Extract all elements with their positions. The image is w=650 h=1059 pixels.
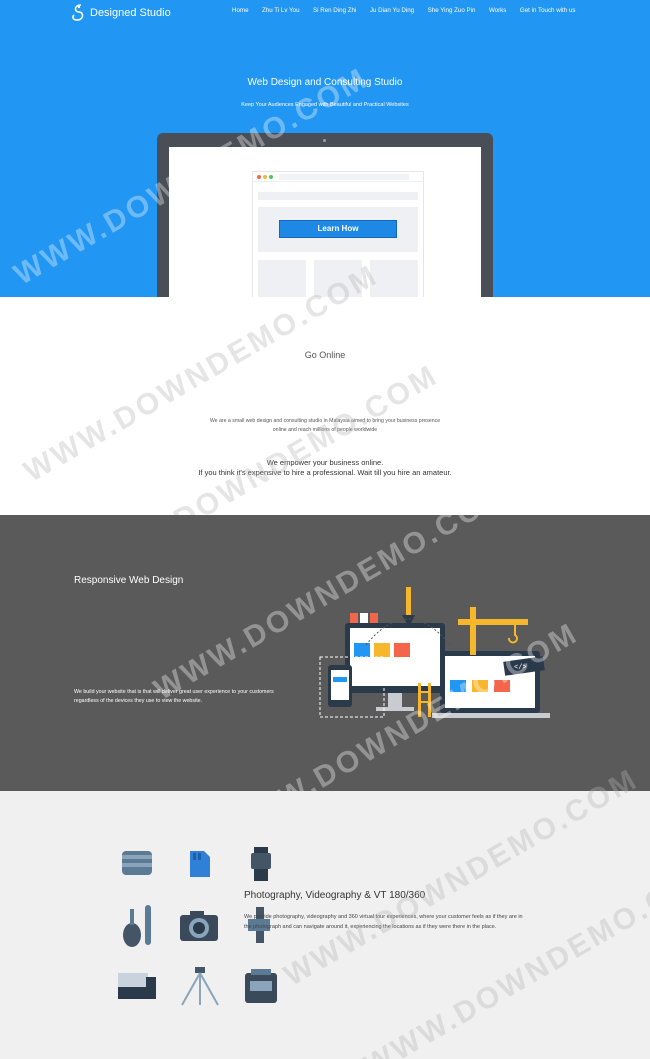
close-dot: [257, 175, 261, 179]
placeholder-tile: [370, 260, 418, 297]
maximize-dot: [269, 175, 273, 179]
address-bar: [279, 174, 409, 180]
camera-bag-icon: [245, 969, 277, 1003]
nav-she-ying-zuo-pin[interactable]: She Ying Zuo Pin: [428, 7, 476, 14]
watermark: WWW.DOWNDEMO.COM: [358, 852, 650, 1059]
battery-grip-icon: [118, 973, 156, 999]
photography-section: Photography, Videography & VT 180/360 We…: [0, 763, 650, 1059]
nav-zhu-ti-lv-you[interactable]: Zhu Ti Lv You: [262, 7, 300, 14]
go-online-text: We are a small web design and consulting…: [209, 418, 441, 433]
responsive-section: Responsive Web Design We build your webs…: [0, 477, 650, 847]
laptop-screen: Learn How: [169, 147, 481, 297]
brand-name: Designed Studio: [90, 7, 171, 19]
watermark: WWW.DOWNDEMO.COM: [278, 762, 644, 993]
hero-title: Web Design and Consulting Studio: [247, 77, 403, 88]
placeholder-block: [258, 192, 418, 200]
camera-icon: [180, 911, 218, 941]
go-online-section: Go Online We are a small web design and …: [0, 259, 650, 589]
responsive-text: We build your website that is that will …: [74, 689, 274, 704]
go-online-title: Go Online: [304, 350, 346, 360]
nav-works[interactable]: Works: [489, 7, 506, 14]
nav-ju-dian-yu-ding[interactable]: Ju Dian Yu Ding: [370, 7, 414, 14]
hero-subtitle: Keep Your Audiences Engaged with Beautif…: [241, 102, 409, 108]
lens-icon: [122, 851, 152, 875]
empower-text: We empower your business online. If you …: [0, 458, 650, 478]
laptop-illustration: Learn How: [157, 133, 493, 297]
placeholder-tile: [258, 260, 306, 297]
hero-section: Designed Studio Home Zhu Ti Lv You Si Re…: [0, 0, 650, 297]
learn-how-button[interactable]: Learn How: [279, 220, 397, 238]
flash-icon: [251, 847, 271, 881]
nav-home[interactable]: Home: [232, 7, 249, 14]
photography-title: Photography, Videography & VT 180/360: [244, 890, 426, 901]
ds-logo-icon: [72, 4, 84, 21]
minimize-dot: [263, 175, 267, 179]
browser-bar: [253, 172, 423, 182]
brand-logo[interactable]: Designed Studio: [70, 3, 171, 23]
camera-dot: [323, 139, 326, 142]
svg-text:</>: </>: [514, 664, 527, 672]
browser-mockup: Learn How: [252, 171, 424, 297]
main-nav: Home Zhu Ti Lv You Si Ren Ding Zhi Ju Di…: [232, 7, 589, 14]
tripod-icon: [181, 967, 219, 1006]
nav-contact[interactable]: Get in Touch with us: [520, 7, 576, 14]
memory-card-icon: [190, 851, 210, 877]
blower-brush-icon: [123, 905, 151, 947]
empower-line-2: If you think it's expensive to hire a pr…: [198, 468, 452, 477]
responsive-devices-illustration: </>: [319, 587, 550, 718]
empower-line-1: We empower your business online.: [266, 458, 384, 467]
placeholder-tile: [314, 260, 362, 297]
responsive-title: Responsive Web Design: [74, 575, 184, 586]
nav-si-ren-ding-zhi[interactable]: Si Ren Ding Zhi: [313, 7, 356, 14]
photography-text: We provide photography, videography and …: [244, 914, 523, 930]
